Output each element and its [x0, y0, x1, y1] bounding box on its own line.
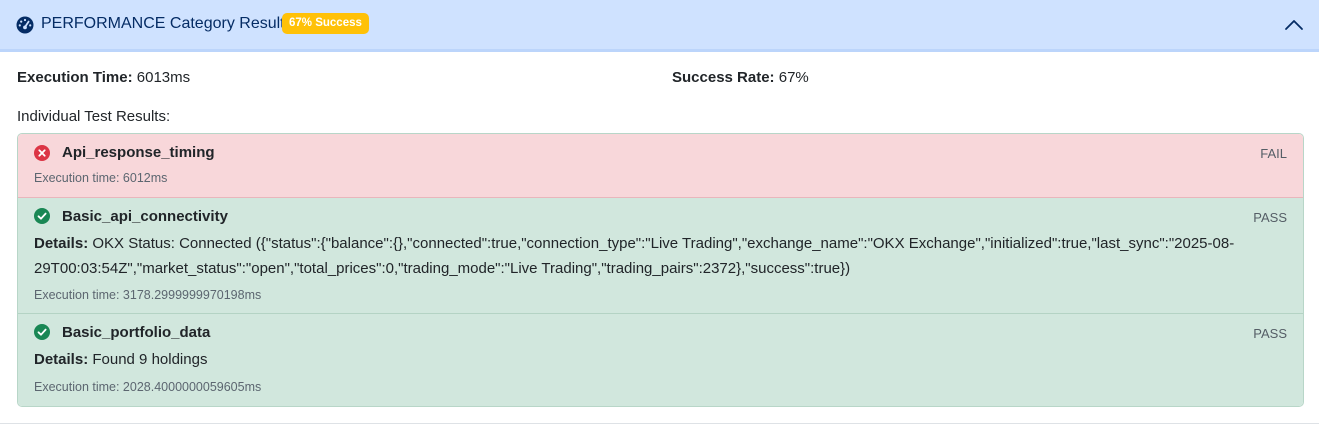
details-label: Details: — [34, 235, 89, 252]
test-name: Basic_portfolio_data — [62, 324, 211, 341]
accordion-title: PERFORMANCE Category Results — [41, 15, 293, 32]
test-name: Api_response_timing — [62, 144, 215, 161]
success-rate-summary: Success Rate: 67% — [672, 69, 809, 86]
details-text: Found 9 holdings — [92, 351, 208, 368]
test-execution-time: Execution time: 2028.4000000059605ms — [34, 380, 262, 394]
test-results-list: Api_response_timing FAIL Execution time:… — [17, 133, 1304, 407]
test-status: PASS — [1253, 210, 1287, 225]
details-text: OKX Status: Connected ({"status":{"balan… — [34, 235, 1235, 277]
test-result-row: Basic_portfolio_data PASS Details: Found… — [18, 314, 1303, 406]
test-execution-time: Execution time: 6012ms — [34, 171, 168, 185]
test-details: Details: Found 9 holdings — [34, 347, 1289, 372]
test-status: PASS — [1253, 326, 1287, 341]
gauge-icon — [16, 16, 34, 34]
test-result-row: Basic_api_connectivity PASS Details: OKX… — [18, 198, 1303, 314]
check-circle-icon — [34, 324, 50, 340]
chevron-up-icon[interactable] — [1284, 15, 1304, 35]
accordion-header[interactable]: PERFORMANCE Category Results 67% Success — [0, 0, 1319, 52]
performance-accordion: PERFORMANCE Category Results 67% Success… — [0, 0, 1319, 424]
details-label: Details: — [34, 351, 89, 368]
execution-time-value: 6013ms — [136, 69, 191, 86]
results-heading: Individual Test Results: — [17, 108, 171, 125]
check-circle-icon — [34, 208, 50, 224]
x-circle-icon — [34, 145, 50, 161]
test-execution-time: Execution time: 3178.2999999970198ms — [34, 288, 262, 302]
test-details: Details: OKX Status: Connected ({"status… — [34, 231, 1289, 281]
success-rate-label: Success Rate: — [672, 69, 775, 86]
test-name: Basic_api_connectivity — [62, 208, 228, 225]
test-status: FAIL — [1260, 146, 1287, 161]
execution-time-summary: Execution Time: 6013ms — [17, 69, 190, 86]
success-rate-value: 67% — [778, 69, 809, 86]
execution-time-label: Execution Time: — [17, 69, 133, 86]
test-result-row: Api_response_timing FAIL Execution time:… — [18, 134, 1303, 198]
success-badge: 67% Success — [282, 13, 369, 34]
